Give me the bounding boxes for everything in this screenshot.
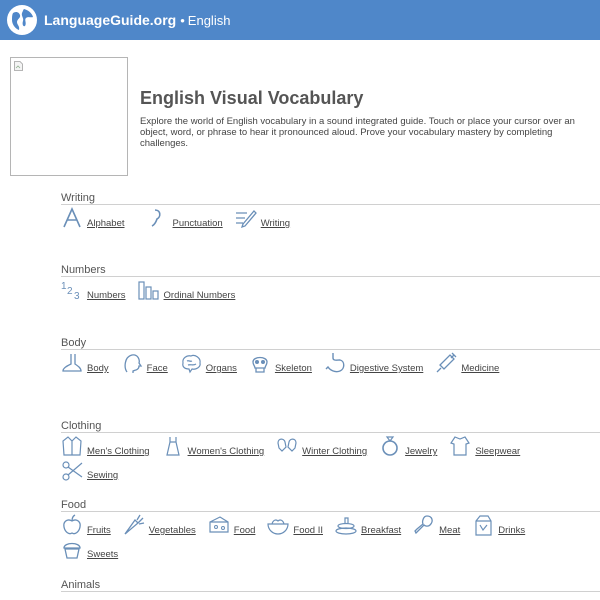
item-food-ii[interactable]: Food II — [267, 514, 323, 536]
item-medicine[interactable]: Medicine — [435, 352, 499, 374]
dress-icon — [165, 437, 180, 456]
item-meat[interactable]: Meat — [413, 514, 460, 536]
section-body: Body Body Face Organs Skeleton Digestive… — [61, 336, 600, 374]
carrot-icon — [124, 514, 144, 535]
mittens-icon — [277, 438, 297, 452]
bowl-icon — [267, 519, 290, 535]
globe-icon[interactable] — [6, 4, 38, 36]
item-organs[interactable]: Organs — [180, 352, 237, 374]
item-label: Drinks — [498, 525, 526, 536]
section-title-clothing: Clothing — [61, 419, 600, 433]
top-header-bar: LanguageGuide.org • English — [0, 0, 600, 40]
item-label: Jewelry — [405, 446, 438, 457]
svg-text:3: 3 — [74, 291, 80, 301]
section-numbers: Numbers 1 2 3 Numbers Ordinal Numbers — [61, 263, 600, 301]
section-writing: Writing Alphabet Punctuation Writing — [61, 191, 600, 229]
item-winter-clothing[interactable]: Winter Clothing — [276, 435, 367, 457]
broken-image-icon — [14, 61, 23, 71]
item-jewelry[interactable]: Jewelry — [379, 435, 437, 457]
item-label: Body — [87, 363, 109, 374]
item-label: Meat — [439, 525, 461, 536]
item-label: Alphabet — [87, 218, 125, 229]
item-drinks[interactable]: Drinks — [472, 514, 525, 536]
section-title-food: Food — [61, 498, 600, 512]
face-icon — [124, 354, 142, 373]
drumstick-icon — [414, 515, 433, 535]
svg-text:2: 2 — [67, 286, 73, 297]
section-animals: Animals — [61, 578, 600, 592]
item-label: Men's Clothing — [87, 446, 150, 457]
section-clothing: Clothing Men's Clothing Women's Clothing… — [61, 419, 600, 481]
brand-separator: • — [180, 12, 185, 28]
numbers-123-icon: 1 2 3 — [61, 281, 80, 301]
item-ordinal-numbers[interactable]: Ordinal Numbers — [137, 279, 236, 301]
item-mens-clothing[interactable]: Men's Clothing — [61, 435, 150, 457]
item-label: Breakfast — [361, 525, 402, 536]
item-label: Vegetables — [148, 525, 196, 536]
item-label: Sweets — [87, 549, 119, 560]
item-punctuation[interactable]: Punctuation — [147, 207, 223, 229]
punctuation-icon — [151, 209, 161, 227]
page-title: English Visual Vocabulary — [140, 88, 364, 108]
letter-a-icon — [63, 207, 81, 228]
item-label: Sleepwear — [475, 446, 521, 457]
item-sleepwear[interactable]: Sleepwear — [449, 435, 520, 457]
item-label: Face — [146, 363, 168, 374]
item-label: Skeleton — [274, 363, 312, 374]
hero-image — [10, 57, 128, 176]
item-label: Food II — [293, 525, 323, 536]
item-digestive-system[interactable]: Digestive System — [324, 352, 423, 374]
writing-icon — [235, 210, 257, 229]
item-label: Numbers — [87, 290, 126, 301]
item-fruits[interactable]: Fruits — [61, 514, 111, 536]
item-food[interactable]: Food — [208, 514, 256, 536]
stomach-icon — [325, 353, 345, 373]
cheese-icon — [209, 516, 229, 533]
item-label: Organs — [205, 363, 237, 374]
item-label: Food — [233, 525, 256, 536]
syringe-icon — [436, 352, 457, 373]
language-label[interactable]: English — [188, 13, 231, 28]
item-sweets[interactable]: Sweets — [61, 538, 118, 560]
section-title-numbers: Numbers — [61, 263, 600, 277]
item-label: Women's Clothing — [187, 446, 265, 457]
item-label: Fruits — [87, 525, 111, 536]
brain-icon — [181, 354, 201, 374]
item-sewing[interactable]: Sewing — [61, 459, 118, 481]
cupcake-icon — [63, 542, 81, 559]
page-description: Explore the world of English vocabulary … — [140, 116, 575, 149]
pancakes-icon — [335, 517, 357, 535]
item-vegetables[interactable]: Vegetables — [123, 514, 196, 536]
ring-icon — [382, 436, 398, 456]
ordinal-bars-icon — [137, 281, 159, 300]
item-label: Writing — [260, 218, 291, 229]
item-alphabet[interactable]: Alphabet — [61, 207, 125, 229]
item-label: Ordinal Numbers — [163, 290, 236, 301]
item-label: Winter Clothing — [302, 446, 368, 457]
foot-icon — [62, 354, 82, 372]
apple-icon — [63, 514, 81, 535]
item-numbers[interactable]: 1 2 3 Numbers — [61, 279, 126, 301]
jacket-icon — [62, 436, 82, 456]
pajamas-icon — [450, 436, 471, 456]
section-food: Food Fruits Vegetables Food Food II Brea… — [61, 498, 600, 560]
carton-icon — [475, 515, 492, 536]
site-brand-link[interactable]: LanguageGuide.org — [44, 12, 176, 28]
section-title-writing: Writing — [61, 191, 600, 205]
item-label: Punctuation — [172, 218, 223, 229]
scissors-icon — [62, 461, 83, 481]
item-body[interactable]: Body — [61, 352, 109, 374]
item-label: Digestive System — [349, 363, 424, 374]
item-face[interactable]: Face — [121, 352, 168, 374]
item-breakfast[interactable]: Breakfast — [335, 514, 401, 536]
item-writing[interactable]: Writing — [235, 207, 290, 229]
item-skeleton[interactable]: Skeleton — [249, 352, 312, 374]
section-title-animals: Animals — [61, 578, 600, 592]
item-label: Medicine — [461, 363, 500, 374]
item-womens-clothing[interactable]: Women's Clothing — [162, 435, 265, 457]
skull-icon — [252, 356, 268, 373]
section-title-body: Body — [61, 336, 600, 350]
item-label: Sewing — [87, 470, 119, 481]
